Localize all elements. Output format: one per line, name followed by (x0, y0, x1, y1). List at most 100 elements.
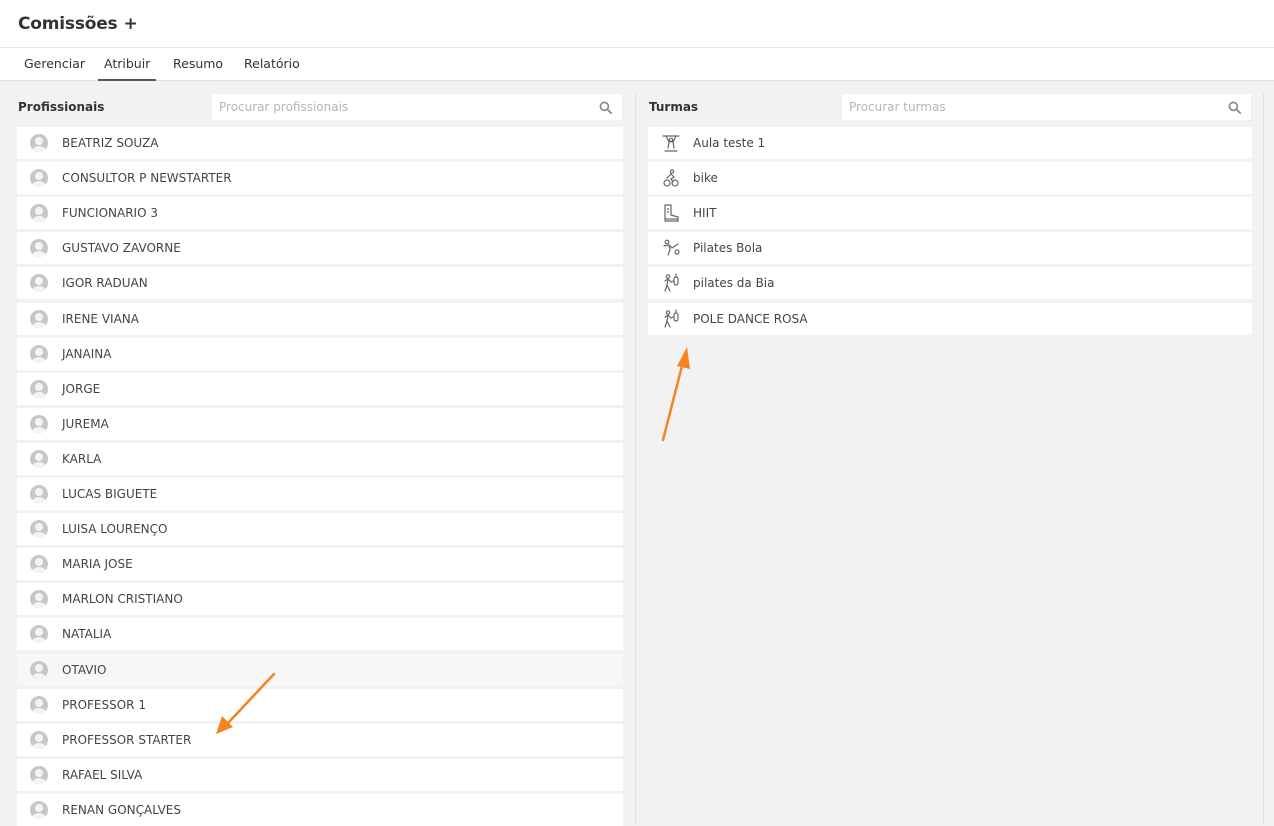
class-row[interactable]: pilates da Bia (648, 267, 1252, 300)
professional-name: OTAVIO (62, 662, 107, 677)
class-row[interactable]: bike (648, 162, 1252, 195)
cycling-icon (661, 168, 681, 188)
class-row[interactable]: POLE DANCE ROSA (648, 302, 1252, 335)
professional-name: MARLON CRISTIANO (62, 592, 183, 607)
professional-name: PROFESSOR STARTER (62, 732, 192, 747)
professional-name: RAFAEL SILVA (62, 767, 143, 782)
class-name: Pilates Bola (693, 241, 763, 256)
avatar-icon (30, 449, 48, 468)
avatar-icon (30, 660, 48, 679)
professional-row[interactable]: RENAN GONÇALVES (17, 793, 623, 826)
tab-resumo[interactable]: Resumo (167, 48, 229, 81)
professional-row[interactable]: PROFESSOR 1 (17, 688, 623, 721)
professional-row[interactable]: JORGE (17, 372, 623, 405)
avatar-icon (30, 309, 48, 328)
professional-row[interactable]: MARIA JOSE (17, 548, 623, 581)
class-name: bike (693, 171, 718, 186)
search-icon[interactable] (1228, 101, 1241, 114)
professional-row[interactable]: RAFAEL SILVA (17, 758, 623, 791)
professional-name: PROFESSOR 1 (62, 697, 146, 712)
boxing-icon (661, 308, 681, 329)
avatar-icon (30, 239, 48, 258)
tab-gerenciar[interactable]: Gerenciar (18, 48, 91, 81)
professional-name: GUSTAVO ZAVORNE (62, 241, 181, 256)
classes-search (841, 93, 1252, 121)
annotation-arrow-up (661, 347, 690, 442)
professional-row[interactable]: OTAVIO (17, 653, 623, 686)
avatar-icon (30, 695, 48, 714)
professional-name: FUNCIONARIO 3 (62, 206, 158, 221)
professional-name: JORGE (62, 381, 101, 396)
professionals-search-input[interactable] (212, 94, 622, 120)
avatar-icon (30, 379, 48, 398)
avatar-icon (30, 204, 48, 223)
professional-row[interactable]: JUREMA (17, 407, 623, 440)
professional-row[interactable]: LUCAS BIGUETE (17, 478, 623, 510)
avatar-icon (30, 730, 48, 749)
avatar-icon (30, 520, 48, 539)
professional-name: LUISA LOURENÇO (62, 522, 168, 537)
professional-row[interactable]: IGOR RADUAN (17, 267, 623, 300)
class-row[interactable]: Aula teste 1 (648, 127, 1252, 159)
boxing-icon (661, 273, 681, 293)
tab-atribuir[interactable]: Atribuir (98, 48, 157, 81)
tab-relatorio[interactable]: Relatório (238, 48, 306, 81)
professionals-list: BEATRIZ SOUZA CONSULTOR P NEWSTARTER FUNCI… (17, 127, 623, 826)
professional-name: BEATRIZ SOUZA (62, 136, 159, 150)
professional-row[interactable]: GUSTAVO ZAVORNE (17, 232, 623, 265)
classes-search-input[interactable] (842, 94, 1251, 120)
class-row[interactable]: HIIT (648, 197, 1252, 230)
class-name: pilates da Bia (693, 276, 775, 291)
professional-name: RENAN GONÇALVES (62, 802, 181, 817)
professional-name: CONSULTOR P NEWSTARTER (62, 171, 232, 186)
professional-name: KARLA (62, 451, 102, 466)
avatar-icon (30, 800, 48, 819)
avatar-icon (30, 274, 48, 293)
kick-icon (661, 238, 681, 258)
boot-icon (661, 203, 681, 223)
avatar-icon (30, 555, 48, 574)
professional-name: IGOR RADUAN (62, 276, 148, 291)
professional-name: NATALIA (62, 627, 112, 642)
search-icon[interactable] (599, 101, 612, 114)
professionals-search (211, 93, 623, 121)
scrollbar-track[interactable] (1263, 92, 1264, 825)
page-header: Comissões + (0, 0, 1274, 48)
avatar-icon (30, 485, 48, 503)
classes-label: Turmas (649, 100, 699, 114)
professional-row[interactable]: JANAINA (17, 337, 623, 370)
professional-name: LUCAS BIGUETE (62, 487, 158, 501)
professional-name: IRENE VIANA (62, 311, 139, 326)
class-name: HIIT (693, 206, 717, 221)
gymnastics-icon (661, 133, 681, 153)
page-title-text: Comissões (18, 14, 118, 34)
professional-row[interactable]: FUNCIONARIO 3 (17, 197, 623, 230)
class-row[interactable]: Pilates Bola (648, 232, 1252, 265)
professional-name: MARIA JOSE (62, 557, 133, 572)
professional-name: JUREMA (62, 416, 109, 431)
class-name: POLE DANCE ROSA (693, 311, 808, 326)
professional-row[interactable]: KARLA (17, 442, 623, 475)
professional-row[interactable]: LUISA LOURENÇO (17, 513, 623, 546)
add-commission-button[interactable]: + (123, 14, 137, 34)
panel-divider (635, 92, 636, 825)
professional-row[interactable]: BEATRIZ SOUZA (17, 127, 623, 159)
avatar-icon (30, 590, 48, 609)
professional-row[interactable]: PROFESSOR STARTER (17, 723, 623, 756)
professional-row[interactable]: MARLON CRISTIANO (17, 583, 623, 616)
avatar-icon (30, 134, 48, 152)
avatar-icon (30, 625, 48, 644)
page-title: Comissões + (18, 14, 138, 34)
tab-bar: Gerenciar Atribuir Resumo Relatório (0, 48, 1274, 81)
class-name: Aula teste 1 (693, 136, 766, 150)
professional-row[interactable]: IRENE VIANA (17, 302, 623, 335)
professional-name: JANAINA (62, 346, 112, 361)
avatar-icon (30, 344, 48, 363)
professionals-label: Profissionais (18, 100, 105, 114)
classes-list: Aula teste 1 bike HIIT Pilates Bola pilates … (648, 127, 1252, 337)
avatar-icon (30, 414, 48, 433)
professional-row[interactable]: CONSULTOR P NEWSTARTER (17, 162, 623, 195)
avatar-icon (30, 169, 48, 188)
avatar-icon (30, 765, 48, 784)
professional-row[interactable]: NATALIA (17, 618, 623, 651)
